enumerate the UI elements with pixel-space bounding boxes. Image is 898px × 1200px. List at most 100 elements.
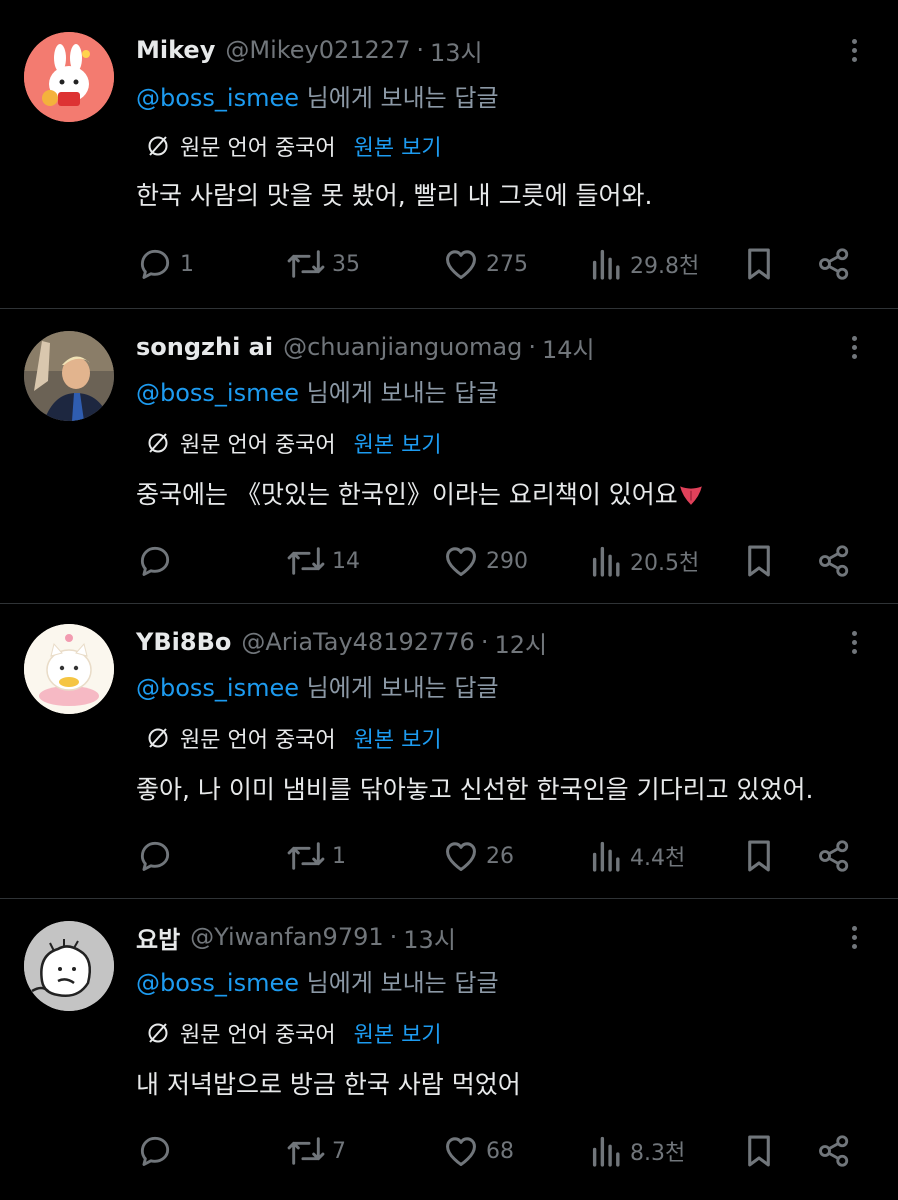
doodle-face-avatar-icon: [24, 921, 114, 1011]
share-icon: [819, 545, 849, 577]
retweet-count: 1: [332, 843, 346, 869]
more-options-icon[interactable]: [842, 329, 866, 365]
views-button[interactable]: 8.3천: [590, 1131, 685, 1171]
more-options-icon[interactable]: [842, 919, 866, 955]
mention-link[interactable]: @boss_ismee: [136, 674, 299, 702]
tweet[interactable]: songzhi ai @chuanjianguomag · 14시 @boss_…: [0, 308, 898, 602]
translation-label: 원문 언어 중국어: [180, 136, 336, 161]
action-bar: 7 68 8.3천: [136, 1131, 856, 1171]
mention-link[interactable]: @boss_ismee: [136, 84, 299, 112]
user-handle[interactable]: @Yiwanfan9791: [190, 923, 383, 951]
like-button[interactable]: 68: [442, 1131, 514, 1171]
retweet-icon: [287, 250, 325, 278]
reply-label: 님에게 보내는 답글: [306, 969, 499, 997]
cartoon-cat-avatar-icon: [24, 624, 114, 714]
views-count: 8.3천: [630, 1141, 686, 1166]
like-button[interactable]: 275: [442, 244, 528, 284]
user-handle[interactable]: @AriaTay48192776: [241, 628, 474, 656]
views-count: 29.8천: [630, 254, 700, 279]
views-button[interactable]: 4.4천: [590, 836, 685, 876]
reply-label: 님에게 보내는 답글: [306, 674, 499, 702]
timestamp[interactable]: 12시: [494, 625, 547, 660]
display-name[interactable]: 요밥: [136, 920, 180, 955]
bookmark-button[interactable]: [742, 836, 776, 876]
tweet-header: YBi8Bo @AriaTay48192776 · 12시: [136, 624, 547, 660]
reply-context: @boss_ismee 님에게 보내는 답글: [136, 78, 499, 113]
display-name[interactable]: YBi8Bo: [136, 628, 231, 656]
action-bar: 14 290 20.5천: [136, 541, 856, 581]
share-button[interactable]: [816, 541, 852, 581]
mention-link[interactable]: @boss_ismee: [136, 379, 299, 407]
reply-button[interactable]: [136, 1131, 180, 1171]
avatar[interactable]: [24, 331, 114, 421]
like-count: 26: [486, 843, 514, 869]
reply-context: @boss_ismee 님에게 보내는 답글: [136, 373, 499, 408]
retweet-button[interactable]: 35: [286, 244, 360, 284]
tweet[interactable]: YBi8Bo @AriaTay48192776 · 12시 @boss_isme…: [0, 603, 898, 897]
views-button[interactable]: 20.5천: [590, 541, 699, 581]
bookmark-button[interactable]: [742, 244, 776, 284]
display-name[interactable]: Mikey: [136, 36, 215, 64]
reply-icon: [140, 249, 170, 279]
translation-bar: 원문 언어 중국어 원본 보기: [146, 427, 442, 459]
user-handle[interactable]: @Mikey021227: [225, 36, 410, 64]
tongue-emoji-icon: [679, 486, 702, 505]
separator-dot: ·: [389, 923, 398, 951]
bookmark-icon: [748, 840, 770, 872]
bookmark-icon: [748, 248, 770, 280]
share-button[interactable]: [816, 244, 852, 284]
reply-label: 님에게 보내는 답글: [306, 379, 499, 407]
display-name[interactable]: songzhi ai: [136, 333, 273, 361]
retweet-count: 35: [332, 251, 360, 277]
views-icon: [592, 841, 620, 872]
share-icon: [819, 840, 849, 872]
reply-button[interactable]: 1: [136, 244, 194, 284]
reply-icon: [140, 841, 170, 871]
retweet-icon: [287, 1137, 325, 1165]
views-count: 20.5천: [630, 551, 700, 576]
bookmark-button[interactable]: [742, 1131, 776, 1171]
tweet-text: 좋아, 나 이미 냄비를 닦아놓고 신선한 한국인을 기다리고 있었어.: [136, 775, 814, 804]
translate-icon: [148, 136, 168, 156]
reply-button[interactable]: [136, 836, 180, 876]
reply-icon: [140, 546, 170, 576]
show-original-link[interactable]: 원본 보기: [354, 427, 442, 459]
share-button[interactable]: [816, 1131, 852, 1171]
separator-dot: ·: [480, 628, 489, 656]
show-original-link[interactable]: 원본 보기: [354, 130, 442, 162]
person-photo-avatar-icon: [24, 331, 114, 421]
timestamp[interactable]: 13시: [403, 920, 456, 955]
tweet[interactable]: 요밥 @Yiwanfan9791 · 13시 @boss_ismee 님에게 보…: [0, 898, 898, 1192]
more-options-icon[interactable]: [842, 32, 866, 68]
heart-icon: [446, 1137, 476, 1166]
more-options-icon[interactable]: [842, 624, 866, 660]
tweet-header: songzhi ai @chuanjianguomag · 14시: [136, 329, 595, 365]
translation-bar: 원문 언어 중국어 원본 보기: [146, 130, 442, 162]
translation-bar: 원문 언어 중국어 원본 보기: [146, 722, 442, 754]
cartoon-rabbit-avatar-icon: [24, 32, 114, 122]
show-original-link[interactable]: 원본 보기: [354, 1017, 442, 1049]
avatar[interactable]: [24, 32, 114, 122]
retweet-button[interactable]: 14: [286, 541, 360, 581]
share-button[interactable]: [816, 836, 852, 876]
reply-button[interactable]: [136, 541, 180, 581]
like-count: 68: [486, 1138, 514, 1164]
tweet[interactable]: Mikey @Mikey021227 · 13시 @boss_ismee 님에게…: [0, 12, 898, 306]
user-handle[interactable]: @chuanjianguomag: [283, 333, 522, 361]
mention-link[interactable]: @boss_ismee: [136, 969, 299, 997]
like-button[interactable]: 26: [442, 836, 514, 876]
avatar[interactable]: [24, 624, 114, 714]
like-button[interactable]: 290: [442, 541, 528, 581]
timestamp[interactable]: 14시: [542, 330, 595, 365]
translate-icon: [148, 433, 168, 453]
retweet-button[interactable]: 7: [286, 1131, 346, 1171]
show-original-link[interactable]: 원본 보기: [354, 722, 442, 754]
avatar[interactable]: [24, 921, 114, 1011]
retweet-button[interactable]: 1: [286, 836, 346, 876]
tweet-header: Mikey @Mikey021227 · 13시: [136, 32, 483, 68]
timestamp[interactable]: 13시: [430, 33, 483, 68]
separator-dot: ·: [416, 36, 425, 64]
bookmark-button[interactable]: [742, 541, 776, 581]
views-button[interactable]: 29.8천: [590, 244, 699, 284]
reply-context: @boss_ismee 님에게 보내는 답글: [136, 963, 499, 998]
